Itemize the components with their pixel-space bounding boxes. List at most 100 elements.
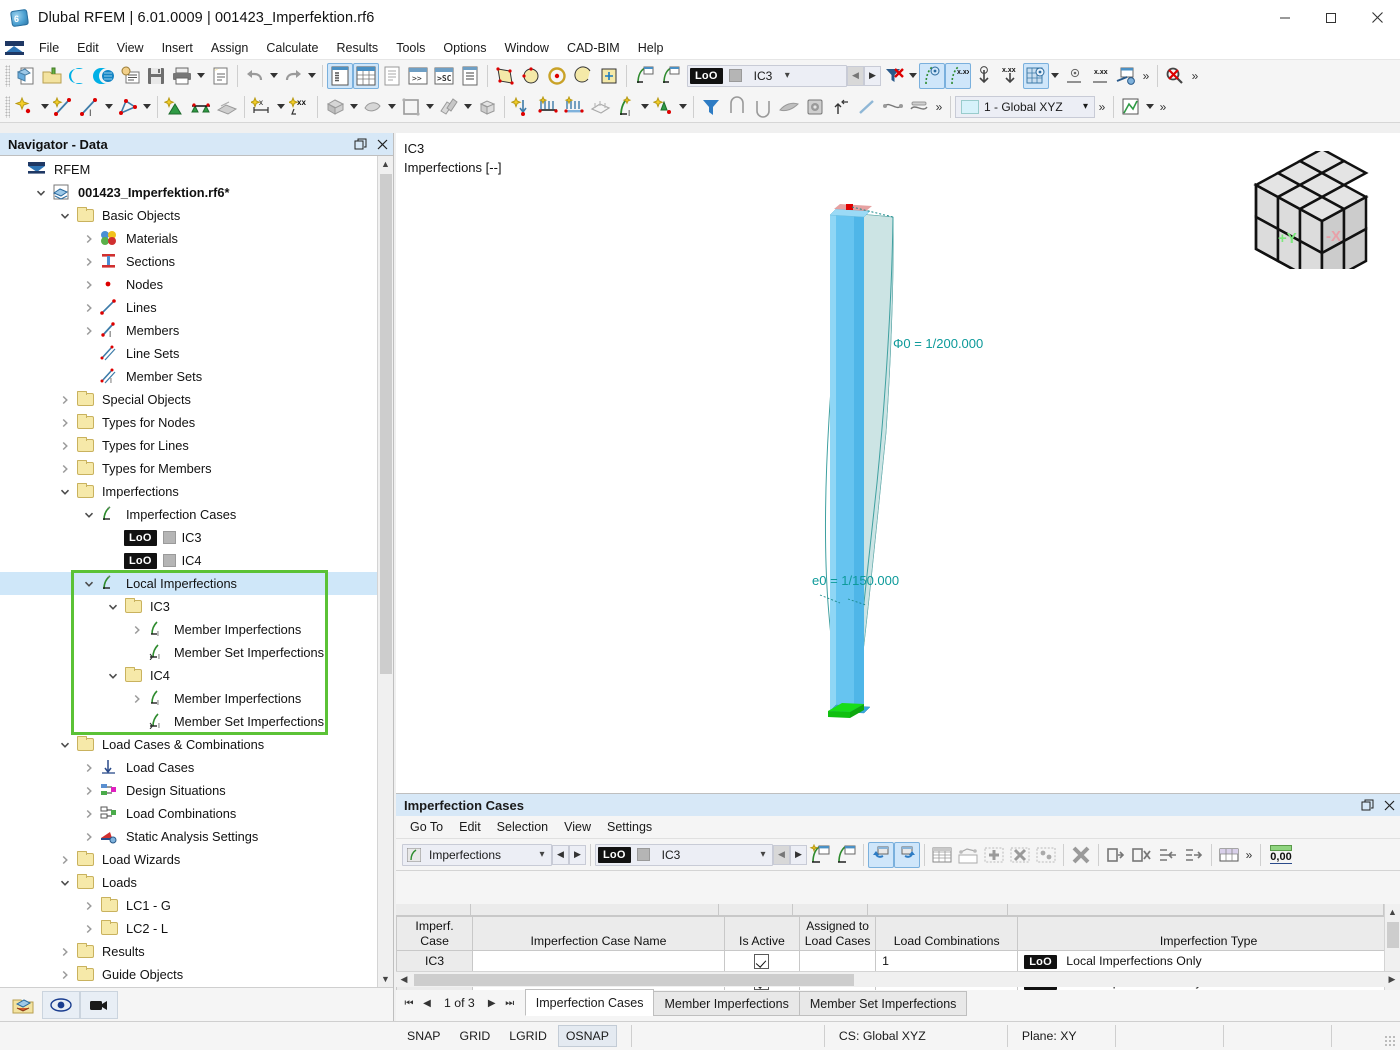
tree-item-lc2-l[interactable]: LC2 - L <box>0 917 377 940</box>
show-grid-button[interactable] <box>1023 62 1049 89</box>
toolbar-overflow-1[interactable]: » <box>1139 63 1153 89</box>
navigator-undock-button[interactable] <box>349 133 371 155</box>
tree-item-types-for-lines[interactable]: Types for Lines <box>0 434 377 457</box>
scroll-right-arrow[interactable]: ▶ <box>1384 974 1400 985</box>
tree-item-design-situations[interactable]: Design Situations <box>0 779 377 802</box>
printout-report-button[interactable] <box>207 63 233 89</box>
pager-prev-button[interactable]: ◀ <box>418 998 436 1009</box>
table-panel-toggle[interactable] <box>353 62 379 89</box>
col-imperfection-type[interactable]: Imperfection Type <box>1017 916 1400 951</box>
new-line-button[interactable] <box>51 94 77 120</box>
print-button[interactable] <box>169 63 195 89</box>
grid-dropdown-caret[interactable] <box>1049 63 1061 89</box>
console-button[interactable]: >> <box>405 63 431 89</box>
navigator-close-button[interactable] <box>371 133 393 155</box>
chevron-right-icon[interactable] <box>54 412 76 434</box>
cell-load-combinations[interactable]: 1 <box>875 950 1019 972</box>
new-contact-solid-button[interactable] <box>360 94 386 120</box>
chevron-down-icon[interactable]: ▾ <box>778 70 796 81</box>
filter-dropdown-caret[interactable] <box>907 63 919 89</box>
view-cube-button[interactable] <box>802 94 828 120</box>
tree-item-guide-objects[interactable]: Guide Objects <box>0 963 377 986</box>
new-line-support-button[interactable] <box>188 94 214 120</box>
toolbar-overflow-4[interactable]: » <box>1095 94 1109 120</box>
chevron-down-icon[interactable]: ▾ <box>754 849 772 860</box>
filter-objects-button[interactable] <box>698 94 724 120</box>
new-solid-set-button[interactable] <box>474 94 500 120</box>
case-prev-button[interactable]: ◀ <box>773 844 790 865</box>
undo-button[interactable] <box>242 63 268 89</box>
tree-item-results[interactable]: Results <box>0 940 377 963</box>
toolbar-grip[interactable] <box>5 95 10 118</box>
tree-item-member-sets[interactable]: I Member Sets <box>0 365 377 388</box>
calculate-button[interactable] <box>1118 94 1144 120</box>
col-imperf-case[interactable]: Imperf. Case <box>396 916 474 951</box>
table-export-button[interactable] <box>1181 842 1207 868</box>
clear-filter-button[interactable] <box>881 63 907 89</box>
tree-item-load-combinations[interactable]: Load Combinations <box>0 802 377 825</box>
tree-item-member-imperfections[interactable]: I Member Imperfections <box>0 687 377 710</box>
pager-last-button[interactable]: ⏭ <box>501 998 519 1009</box>
table-clear-button[interactable] <box>1068 842 1094 868</box>
new-case-button[interactable] <box>807 842 833 868</box>
scroll-left-arrow[interactable]: ◀ <box>396 974 412 985</box>
menu-options[interactable]: Options <box>434 39 495 57</box>
resize-grip[interactable] <box>1384 1035 1396 1047</box>
chevron-down-icon[interactable] <box>78 573 100 595</box>
chevron-right-icon[interactable] <box>78 826 100 848</box>
case-next-button[interactable]: ▶ <box>790 844 807 865</box>
tree-item-ic4[interactable]: IC4 <box>0 664 377 687</box>
tree-item-member-set-imperfections[interactable]: I Member Set Imperfections <box>0 710 377 733</box>
next-case-button[interactable]: ▶ <box>864 65 881 86</box>
minimize-button[interactable] <box>1262 0 1308 36</box>
chevron-down-icon[interactable] <box>54 734 76 756</box>
menu-view[interactable]: View <box>108 39 153 57</box>
chevron-down-icon[interactable]: ▾ <box>1083 101 1094 112</box>
table-undo-button[interactable] <box>868 841 894 868</box>
table-delete-row-button[interactable] <box>1007 842 1033 868</box>
pager-next-button[interactable]: ▶ <box>483 998 501 1009</box>
node-dropdown-caret[interactable] <box>39 94 51 120</box>
select-lasso-button[interactable] <box>570 63 596 89</box>
tab-member-imperfections[interactable]: Member Imperfections <box>653 991 800 1016</box>
chevron-right-icon[interactable] <box>78 274 100 296</box>
col-case-name[interactable]: Imperfection Case Name <box>472 916 725 951</box>
tree-item-imperfection-cases[interactable]: Imperfection Cases <box>0 503 377 526</box>
status-osnap-button[interactable]: OSNAP <box>557 1025 617 1047</box>
tree-item-load-wizards[interactable]: Load Wizards <box>0 848 377 871</box>
chevron-right-icon[interactable] <box>78 895 100 917</box>
chevron-right-icon[interactable] <box>126 688 148 710</box>
new-surface-set-button[interactable] <box>436 94 462 120</box>
table-delete-column-button[interactable] <box>1129 842 1155 868</box>
tree-item-member-set-imperfections[interactable]: I Member Set Imperfections <box>0 641 377 664</box>
show-supports-button[interactable] <box>1061 63 1087 89</box>
imperfection-case-selector[interactable]: LoO IC3 ▾ <box>687 64 847 87</box>
free-load-dropdown-caret[interactable] <box>677 94 689 120</box>
table-decimals-button[interactable]: 0,00 <box>1265 842 1297 868</box>
chevron-down-icon[interactable] <box>78 504 100 526</box>
tree-item-ic3[interactable]: LoO IC3 <box>0 526 377 549</box>
tree-item-materials[interactable]: Materials <box>0 227 377 250</box>
solid-dropdown-caret[interactable] <box>348 94 360 120</box>
deformation-view-button[interactable] <box>880 94 906 120</box>
chevron-down-icon[interactable] <box>54 481 76 503</box>
menu-help[interactable]: Help <box>629 39 673 57</box>
tree-item-members[interactable]: I Members <box>0 319 377 342</box>
grid-horizontal-scrollbar[interactable]: ◀ ▶ <box>396 971 1400 987</box>
col-load-cases[interactable]: Assigned to Load Cases <box>798 916 877 951</box>
new-imperfection-case-button[interactable] <box>631 63 657 89</box>
new-model-button[interactable] <box>13 63 39 89</box>
table-toolbar-overflow[interactable]: » <box>1242 842 1256 868</box>
measure-button[interactable] <box>854 94 880 120</box>
toolbar-grip[interactable] <box>5 64 10 87</box>
edit-case-button[interactable] <box>833 842 859 868</box>
render-mode-button[interactable] <box>776 94 802 120</box>
navigator-tree[interactable]: RFEM 001423_Imperfektion.rf6* Basic Object… <box>0 155 393 987</box>
previous-case-button[interactable]: ◀ <box>847 65 864 86</box>
table-case-selector[interactable]: LoO IC3 ▾ <box>595 843 773 866</box>
views-navigator-icon[interactable] <box>80 990 118 1019</box>
contact-solid-dropdown-caret[interactable] <box>386 94 398 120</box>
chevron-right-icon[interactable] <box>54 849 76 871</box>
display-settings-button[interactable] <box>1113 63 1139 89</box>
edit-imperfection-case-button[interactable] <box>657 63 683 89</box>
